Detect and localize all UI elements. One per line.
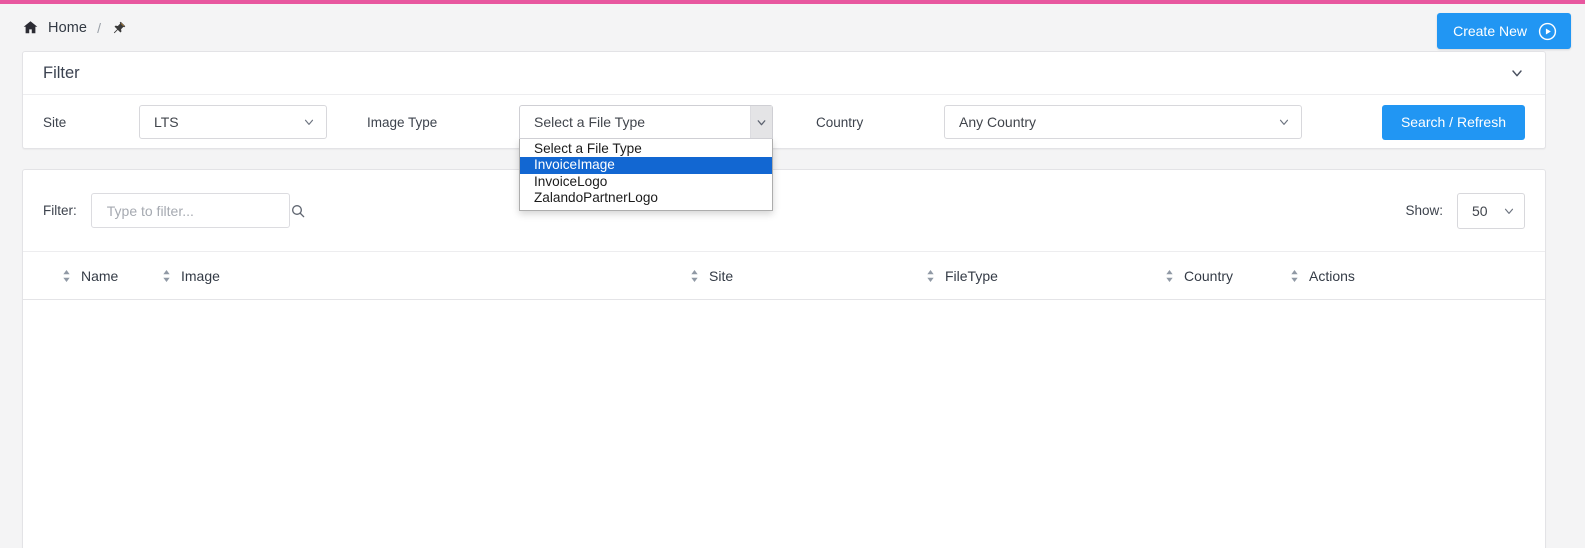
breadcrumb-bar: Home / Create New bbox=[0, 4, 1585, 51]
column-header-label: Site bbox=[709, 267, 734, 284]
chevron-down-icon[interactable] bbox=[1509, 65, 1525, 81]
table-body bbox=[23, 300, 1545, 548]
image-type-option[interactable]: Select a File Type bbox=[520, 141, 772, 157]
chevron-down-icon bbox=[304, 119, 314, 125]
table-filter-label: Filter: bbox=[43, 203, 77, 218]
sort-icon bbox=[927, 269, 934, 282]
table-filter-group: Filter: bbox=[43, 193, 305, 228]
image-type-option-list[interactable]: Select a File Type InvoiceImage InvoiceLog… bbox=[519, 139, 773, 211]
home-icon[interactable] bbox=[22, 19, 39, 36]
filter-panel-header[interactable]: Filter bbox=[23, 52, 1545, 95]
image-type-option[interactable]: InvoiceLogo bbox=[520, 174, 772, 190]
column-header-label: Country bbox=[1184, 267, 1234, 284]
column-header-actions[interactable]: Actions bbox=[1289, 268, 1409, 284]
column-header-name[interactable]: Name bbox=[61, 268, 161, 284]
chevron-down-icon bbox=[1279, 119, 1289, 125]
create-new-button[interactable]: Create New bbox=[1437, 13, 1571, 49]
panel-title: Filter bbox=[43, 63, 80, 82]
image-type-select[interactable]: Select a File Type bbox=[519, 105, 773, 139]
country-select[interactable]: Any Country bbox=[944, 105, 1302, 139]
site-select-value: LTS bbox=[154, 114, 179, 130]
play-circle-icon bbox=[1538, 22, 1557, 41]
table-toolbar: Filter: Show: 50 bbox=[23, 170, 1545, 252]
image-type-option[interactable]: InvoiceImage bbox=[520, 157, 772, 174]
column-header-filetype[interactable]: FileType bbox=[925, 268, 1164, 284]
site-label: Site bbox=[43, 114, 67, 130]
column-header-label: Image bbox=[181, 267, 220, 284]
image-type-label: Image Type bbox=[367, 114, 438, 130]
chevron-down-icon bbox=[1504, 208, 1514, 214]
image-type-value: Select a File Type bbox=[534, 114, 646, 130]
page-size-select[interactable]: 50 bbox=[1457, 192, 1525, 229]
sort-icon bbox=[691, 269, 698, 282]
pin-icon[interactable] bbox=[111, 20, 127, 36]
sort-icon bbox=[1291, 269, 1298, 282]
sort-icon bbox=[63, 269, 70, 282]
breadcrumb-home-link[interactable]: Home bbox=[48, 20, 87, 36]
search-icon bbox=[291, 204, 305, 217]
breadcrumb: Home / bbox=[22, 19, 127, 36]
image-type-combobox: Select a File Type Select a File Type Inv… bbox=[519, 105, 773, 211]
country-select-value: Any Country bbox=[959, 114, 1037, 130]
create-new-label: Create New bbox=[1453, 23, 1527, 39]
sort-icon bbox=[163, 269, 170, 282]
table-filter-input[interactable] bbox=[104, 201, 290, 220]
page-size-group: Show: 50 bbox=[1405, 192, 1525, 229]
image-type-option[interactable]: ZalandoPartnerLogo bbox=[520, 190, 772, 206]
filter-panel: Filter Site LTS Image Type Select a File… bbox=[22, 51, 1546, 211]
breadcrumb-separator: / bbox=[97, 19, 101, 36]
column-header-site[interactable]: Site bbox=[689, 268, 925, 284]
page-size-value: 50 bbox=[1472, 202, 1488, 219]
filter-form-row: Site LTS Image Type Select a File Type S… bbox=[23, 95, 1545, 211]
table-filter-input-wrap[interactable] bbox=[90, 193, 305, 228]
table-header-row: Name Image Site FileType Country Actions bbox=[23, 252, 1545, 300]
column-header-label: Name bbox=[81, 267, 119, 284]
country-label: Country bbox=[816, 114, 864, 130]
column-header-label: Actions bbox=[1309, 267, 1355, 284]
site-select[interactable]: LTS bbox=[139, 105, 327, 139]
column-header-country[interactable]: Country bbox=[1164, 268, 1289, 284]
sort-icon bbox=[1166, 269, 1173, 282]
column-header-image[interactable]: Image bbox=[161, 268, 689, 284]
chevron-down-icon[interactable] bbox=[750, 106, 772, 138]
show-label: Show: bbox=[1405, 203, 1443, 218]
search-refresh-button[interactable]: Search / Refresh bbox=[1381, 104, 1525, 140]
results-panel: Filter: Show: 50 Name Image Site FileType Co… bbox=[22, 169, 1546, 548]
column-header-label: FileType bbox=[945, 267, 998, 284]
